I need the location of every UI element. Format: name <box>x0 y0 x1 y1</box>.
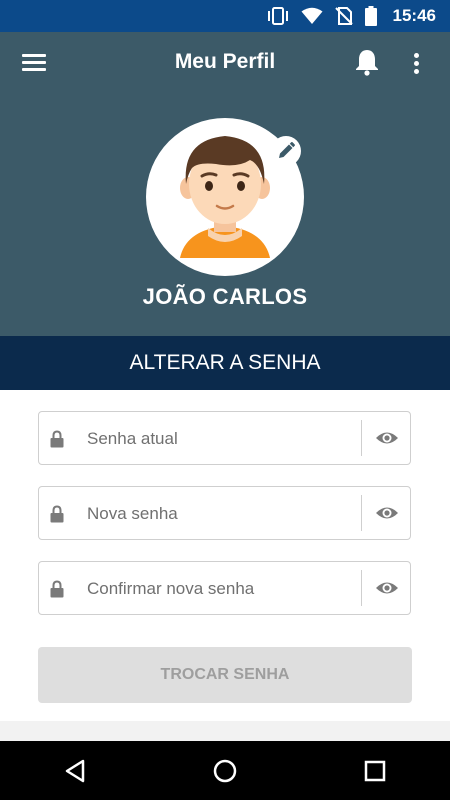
confirm-password-field <box>38 561 411 616</box>
back-triangle-icon[interactable] <box>45 751 105 791</box>
field-divider <box>361 570 362 606</box>
eye-icon[interactable] <box>375 503 399 523</box>
no-sim-icon <box>334 7 353 25</box>
lock-icon <box>50 580 64 598</box>
current-password-field <box>38 411 411 466</box>
current-password-input[interactable] <box>85 412 359 466</box>
field-divider <box>361 420 362 456</box>
confirm-password-input[interactable] <box>85 562 359 616</box>
new-password-field <box>38 486 411 541</box>
new-password-input[interactable] <box>85 487 359 541</box>
lock-icon <box>50 430 64 448</box>
profile-header: Meu Perfil JOÃO CARLOS <box>0 32 450 336</box>
home-circle-icon[interactable] <box>195 751 255 791</box>
system-nav-bar <box>0 741 450 800</box>
more-vert-icon[interactable] <box>408 50 424 76</box>
bell-icon[interactable] <box>354 48 380 76</box>
user-name: JOÃO CARLOS <box>142 284 308 309</box>
section-title-label: ALTERAR A SENHA <box>129 351 321 374</box>
battery-icon <box>364 6 377 26</box>
edit-pencil-icon[interactable] <box>271 136 301 166</box>
eye-icon[interactable] <box>375 578 399 598</box>
eye-icon[interactable] <box>375 428 399 448</box>
page-title: Meu Perfil <box>174 50 276 73</box>
section-title: ALTERAR A SENHA <box>0 336 450 390</box>
wifi-icon <box>301 7 323 24</box>
change-password-button[interactable]: TROCAR SENHA <box>38 647 412 703</box>
lock-icon <box>50 505 64 523</box>
recents-square-icon[interactable] <box>345 751 405 791</box>
vibrate-icon <box>267 7 288 25</box>
status-time: 15:46 <box>392 6 436 25</box>
field-divider <box>361 495 362 531</box>
status-bar: 15:46 <box>0 0 450 32</box>
app-toolbar: Meu Perfil <box>0 32 450 92</box>
